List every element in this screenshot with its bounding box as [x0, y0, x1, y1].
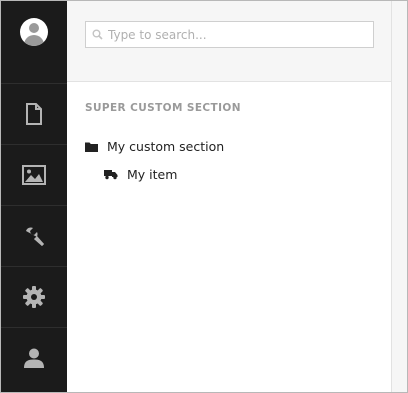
tree-node-my-item[interactable]: My item — [104, 167, 177, 182]
document-icon — [26, 103, 42, 125]
sidebar-item-settings[interactable] — [1, 266, 67, 327]
section-title: SUPER CUSTOM SECTION — [85, 102, 241, 114]
truck-icon — [104, 169, 118, 180]
folder-icon — [85, 141, 98, 152]
person-icon — [24, 348, 44, 368]
tree-node-label: My custom section — [107, 139, 225, 154]
search-bar — [67, 1, 391, 82]
search-icon — [86, 29, 108, 40]
tree-panel: SUPER CUSTOM SECTION My custom section M… — [67, 1, 391, 392]
sidebar-item-tools[interactable] — [1, 205, 67, 266]
right-panel-edge — [391, 1, 407, 392]
app-window: SUPER CUSTOM SECTION My custom section M… — [0, 0, 408, 393]
tree-node-label: My item — [127, 167, 178, 182]
sidebar-item-members[interactable] — [1, 327, 67, 388]
tree-node-my-custom-section[interactable]: My custom section — [85, 139, 224, 154]
gear-icon — [23, 286, 45, 308]
sidebar-item-content[interactable] — [1, 83, 67, 144]
image-icon — [22, 165, 46, 185]
sidebar-rail — [1, 1, 67, 392]
user-avatar-icon — [20, 17, 48, 46]
sidebar-item-media[interactable] — [1, 144, 67, 205]
search-input[interactable] — [108, 27, 363, 42]
sidebar-item-avatar[interactable] — [1, 1, 67, 62]
search-box[interactable] — [85, 21, 374, 48]
wrench-icon — [26, 227, 44, 246]
